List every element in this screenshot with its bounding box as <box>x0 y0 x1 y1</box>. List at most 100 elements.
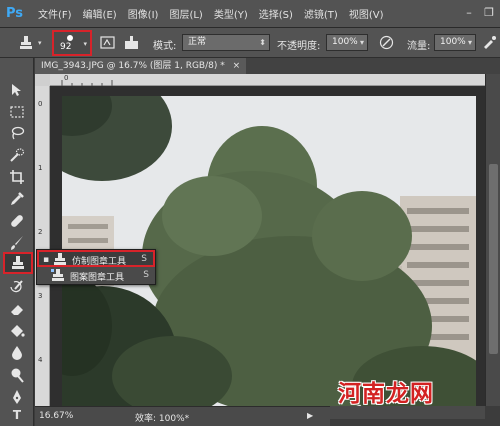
eraser-tool[interactable] <box>7 301 27 317</box>
chevron-down-icon: ▾ <box>83 40 87 48</box>
restore-button[interactable]: ❐ <box>482 6 496 20</box>
watermark-text: 河南龙网 <box>338 380 434 407</box>
flyout-item-shortcut: S <box>143 270 149 280</box>
window-controls: – ❐ <box>462 6 496 20</box>
quick-select-tool[interactable] <box>7 147 27 163</box>
crop-tool[interactable] <box>7 169 27 185</box>
blur-tool[interactable] <box>7 345 27 361</box>
paint-bucket-tool[interactable] <box>7 323 27 339</box>
dodge-icon <box>11 368 24 383</box>
tools-panel: T <box>0 58 34 426</box>
mode-value: 正常 <box>188 37 207 47</box>
ruler-label: 2 <box>38 228 43 236</box>
crop-icon <box>10 170 24 184</box>
ruler-label: 3 <box>38 292 43 300</box>
brush-tip-icon <box>67 35 73 41</box>
menu-file[interactable]: 文件(F) <box>38 6 72 21</box>
flyout-item-pattern-stamp[interactable]: 图案图章工具 S <box>37 268 155 285</box>
efficiency-readout: 效率: 100%* <box>135 414 190 424</box>
status-bar: 16.67% 效率: 100%* ▶ <box>35 406 330 426</box>
brush-preset-picker[interactable]: 92 ▾ <box>52 30 92 56</box>
ruler-ticks <box>61 80 113 86</box>
lasso-icon <box>11 126 25 140</box>
airbrush-icon[interactable] <box>482 35 497 50</box>
paint-bucket-icon <box>11 325 25 337</box>
brush-tool[interactable] <box>7 235 27 251</box>
ruler-label: 4 <box>38 356 43 364</box>
vertical-scrollbar[interactable] <box>485 74 500 406</box>
opacity-value: 100% <box>332 37 358 47</box>
pattern-stamp-icon <box>51 269 64 281</box>
selected-bullet-icon: ▪ <box>43 255 50 265</box>
eraser-icon <box>11 305 23 315</box>
clone-source-panel-icon[interactable] <box>124 35 139 50</box>
marquee-icon <box>10 106 24 118</box>
photoshop-logo: Ps <box>6 5 24 21</box>
flyout-item-label: 仿制图章工具 <box>72 257 127 267</box>
scrollbar-thumb[interactable] <box>489 164 498 354</box>
flyout-item-clone-stamp[interactable]: ▪ 仿制图章工具 S <box>37 250 155 267</box>
tool-preset-caret-icon[interactable]: ▾ <box>38 39 42 47</box>
history-brush-tool[interactable] <box>7 279 27 295</box>
menu-select[interactable]: 选择(S) <box>259 6 293 21</box>
history-brush-icon <box>10 280 23 293</box>
close-icon[interactable]: × <box>233 61 241 71</box>
clone-stamp-icon[interactable] <box>18 35 34 51</box>
chevron-down-icon: ▾ <box>359 38 364 47</box>
clone-stamp-icon <box>12 256 24 269</box>
lasso-tool[interactable] <box>7 125 27 141</box>
menu-image[interactable]: 图像(I) <box>128 6 159 21</box>
horizontal-ruler: 0 <box>50 74 485 86</box>
flow-value: 100% <box>440 37 466 47</box>
ruler-label: 0 <box>64 74 69 82</box>
brush-size-value: 92 <box>60 42 72 52</box>
type-icon: T <box>12 408 22 422</box>
vertical-ruler: 0 1 2 3 4 <box>35 86 50 406</box>
watermark-logo: 河南龙网 <box>338 370 488 410</box>
opacity-label: 不透明度: <box>277 41 321 52</box>
eyedropper-icon <box>11 192 24 205</box>
brush-icon <box>11 236 23 250</box>
menu-filter[interactable]: 滤镜(T) <box>304 6 338 21</box>
type-tool[interactable]: T <box>7 407 27 423</box>
healing-brush-tool[interactable] <box>7 213 27 229</box>
menu-type[interactable]: 类型(Y) <box>214 6 248 21</box>
flyout-item-shortcut: S <box>141 254 147 264</box>
mode-select[interactable]: 正常 ⬍ <box>182 34 270 51</box>
flow-input[interactable]: 100% ▾ <box>434 34 476 51</box>
ruler-origin[interactable] <box>35 74 50 86</box>
eyedropper-tool[interactable] <box>7 191 27 207</box>
opacity-input[interactable]: 100% ▾ <box>326 34 368 51</box>
mode-label: 模式: <box>153 41 177 52</box>
minimize-button[interactable]: – <box>462 6 476 20</box>
marquee-tool[interactable] <box>7 104 27 120</box>
document-tab-title: IMG_3943.JPG @ 16.7% (图层 1, RGB/8) * <box>41 61 225 71</box>
ruler-label: 1 <box>38 164 43 172</box>
flow-label: 流量: <box>407 41 431 52</box>
menu-view[interactable]: 视图(V) <box>349 6 384 21</box>
document-tab[interactable]: IMG_3943.JPG @ 16.7% (图层 1, RGB/8) * × <box>35 58 247 74</box>
move-icon <box>12 84 21 96</box>
document-canvas[interactable] <box>50 86 485 406</box>
blur-icon <box>12 346 22 360</box>
dodge-tool[interactable] <box>7 367 27 383</box>
move-tool[interactable] <box>7 82 27 98</box>
quick-select-icon <box>10 148 25 162</box>
options-bar: ▾ 92 ▾ 模式: 正常 ⬍ 不透明度: 100% ▾ 流量: 100% ▾ <box>0 28 500 58</box>
flyout-item-label: 图案图章工具 <box>70 273 125 283</box>
document-tab-bar: IMG_3943.JPG @ 16.7% (图层 1, RGB/8) * × <box>35 58 500 74</box>
pen-icon <box>13 390 21 404</box>
zoom-level[interactable]: 16.67% <box>39 411 73 421</box>
status-menu-arrow-icon[interactable]: ▶ <box>307 411 313 420</box>
menu-layer[interactable]: 图层(L) <box>169 6 202 21</box>
brush-panel-icon[interactable] <box>100 35 115 50</box>
menu-bar: Ps 文件(F) 编辑(E) 图像(I) 图层(L) 类型(Y) 选择(S) 滤… <box>0 0 500 28</box>
pen-tool[interactable] <box>7 389 27 405</box>
menu-edit[interactable]: 编辑(E) <box>83 6 117 21</box>
ruler-label: 0 <box>38 100 43 108</box>
clone-stamp-tool[interactable] <box>3 252 33 274</box>
pressure-opacity-icon[interactable] <box>379 35 394 50</box>
stamp-tool-flyout-menu: ▪ 仿制图章工具 S 图案图章工具 S <box>36 249 156 285</box>
clone-stamp-icon <box>54 253 66 265</box>
chevron-down-icon: ▾ <box>467 38 472 47</box>
